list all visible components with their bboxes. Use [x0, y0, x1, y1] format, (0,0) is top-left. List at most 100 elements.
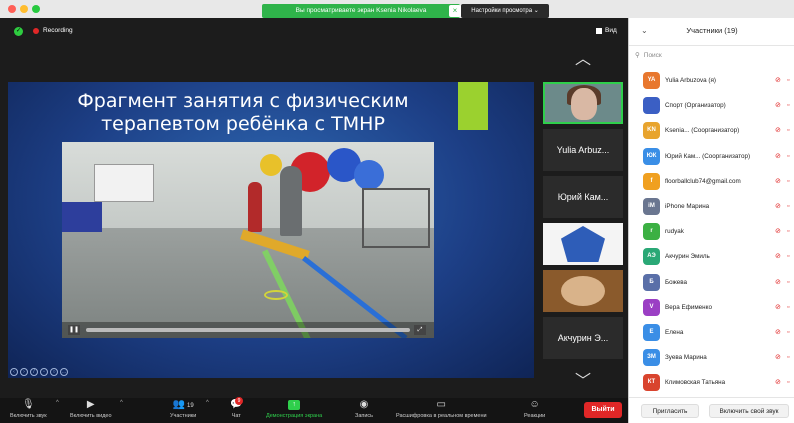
participant-row[interactable]: ЗМ Зуева Марина ⊘ ▫	[629, 345, 794, 370]
participant-row[interactable]: АЭ Акчурин Эмиль ⊘ ▫	[629, 244, 794, 269]
chevron-up-icon[interactable]: ^	[56, 400, 59, 406]
muted-mic-icon[interactable]: ⊘	[775, 349, 781, 366]
participant-row[interactable]: KN Ksenia... (Соорганизатор) ⊘ ▫	[629, 118, 794, 143]
muted-mic-icon[interactable]: ⊘	[775, 173, 781, 190]
muted-mic-icon[interactable]: ⊘	[775, 198, 781, 215]
zoom-icon[interactable]: ○	[50, 368, 58, 376]
unmute-self-button[interactable]: Включить свой звук	[709, 404, 789, 418]
profile-photo	[561, 276, 605, 306]
embedded-video[interactable]: ❚❚ ⤢	[62, 142, 434, 338]
camera-off-icon[interactable]: ▫	[787, 248, 789, 265]
avatar: АЭ	[643, 248, 660, 266]
share-screen-button[interactable]: ↑ Демонстрация экрана	[266, 398, 322, 423]
muted-mic-icon[interactable]: ⊘	[775, 122, 781, 139]
invite-button[interactable]: Пригласить	[641, 404, 699, 418]
close-icon[interactable]: ×	[449, 5, 461, 17]
participant-row[interactable]: V Вера Ефименко ⊘ ▫	[629, 295, 794, 320]
muted-mic-icon[interactable]: ⊘	[775, 148, 781, 165]
muted-mic-icon[interactable]: ⊘	[775, 274, 781, 291]
participant-row[interactable]: Спорт (Организатор) ⊘ ▫	[629, 93, 794, 118]
participants-label: Участники	[170, 413, 197, 419]
close-window-button[interactable]	[8, 5, 16, 13]
share-screen-label: Демонстрация экрана	[266, 413, 323, 419]
prev-slide-icon[interactable]: ‹	[10, 368, 18, 376]
video-tile[interactable]	[543, 223, 623, 265]
view-options-button[interactable]: Настройки просмотра ⌄	[461, 4, 549, 18]
camera-off-icon[interactable]: ▫	[787, 173, 789, 190]
participants-count: 19	[187, 403, 194, 409]
video-tile[interactable]: Юрий Кам...	[543, 176, 623, 218]
chat-button[interactable]: 💬9 Чат	[230, 397, 243, 423]
muted-mic-icon[interactable]: ⊘	[775, 223, 781, 240]
participant-row[interactable]: iM iPhone Марина ⊘ ▫	[629, 194, 794, 219]
participant-name: Акчурин Эмиль	[665, 253, 710, 261]
start-video-button[interactable]: ▶ Включить видео	[70, 398, 112, 423]
video-progress-bar[interactable]	[86, 328, 410, 332]
participant-name: Yulia Arbuzova (я)	[665, 77, 717, 84]
participant-row[interactable]: КТ Климовская Татьяна ⊘ ▫	[629, 370, 794, 395]
pause-icon[interactable]: ❚❚	[68, 325, 80, 335]
chevron-up-icon[interactable]: ^	[120, 400, 123, 406]
shield-icon[interactable]: ✓	[14, 26, 23, 36]
unmute-button[interactable]: 🎙 Включить звук	[10, 398, 47, 423]
camera-off-icon[interactable]: ▫	[787, 324, 789, 341]
search-input[interactable]: ⚲ Поиск	[635, 50, 791, 62]
chevron-up-icon[interactable]: ^	[206, 400, 209, 406]
camera-off-icon[interactable]: ▫	[787, 374, 789, 391]
maximize-window-button[interactable]	[32, 5, 40, 13]
video-mat	[62, 202, 102, 232]
participant-row[interactable]: YA Yulia Arbuzova (я) ⊘ ▫	[629, 68, 794, 93]
camera-off-icon[interactable]: ▫	[787, 274, 789, 291]
chevron-down-icon[interactable]: ﹀	[570, 374, 596, 390]
club-logo	[561, 226, 605, 262]
muted-mic-icon: 🎙	[21, 399, 35, 410]
fullscreen-icon[interactable]: ⤢	[414, 325, 426, 335]
next-slide-icon[interactable]: ›	[20, 368, 28, 376]
avatar: ЮК	[643, 147, 660, 165]
video-whiteboard	[94, 164, 154, 202]
muted-mic-icon[interactable]: ⊘	[775, 324, 781, 341]
chat-label: Чат	[231, 413, 241, 419]
avatar	[643, 97, 660, 115]
participant-name: Зуева Марина	[665, 354, 707, 362]
muted-mic-icon[interactable]: ⊘	[775, 72, 781, 89]
pen-icon[interactable]: /	[30, 368, 38, 376]
screen-share-banner: Вы просматриваете экран Ksenia Nikolaeva	[262, 4, 460, 18]
unmute-label: Включить звук	[10, 413, 47, 419]
muted-mic-icon[interactable]: ⊘	[775, 248, 781, 265]
camera-off-icon[interactable]: ▫	[787, 72, 789, 89]
participant-row[interactable]: Б Божева ⊘ ▫	[629, 270, 794, 295]
camera-off-icon[interactable]: ▫	[787, 299, 789, 316]
record-button[interactable]: ◉ Запись	[355, 398, 373, 423]
avatar: КТ	[643, 374, 660, 392]
video-therapist	[280, 166, 302, 236]
transcript-button[interactable]: ▭ Расшифровка в реальном времени	[396, 398, 487, 423]
camera-off-icon[interactable]: ▫	[787, 198, 789, 215]
participant-name: Ksenia... (Соорганизатор)	[665, 127, 740, 135]
participants-button[interactable]: 👥 19 Участники	[170, 398, 196, 423]
slides-icon[interactable]: ▫	[40, 368, 48, 376]
participant-row[interactable]: ЮК Юрий Кам... (Соорганизатор) ⊘ ▫	[629, 144, 794, 169]
muted-mic-icon[interactable]: ⊘	[775, 97, 781, 114]
participant-row[interactable]: f floorballclub74@gmail.com ⊘ ▫	[629, 169, 794, 194]
minimize-window-button[interactable]	[20, 5, 28, 13]
video-tile[interactable]: Акчурин Э...	[543, 317, 623, 359]
video-tile-self[interactable]	[543, 82, 623, 124]
camera-off-icon[interactable]: ▫	[787, 122, 789, 139]
camera-off-icon[interactable]: ▫	[787, 223, 789, 240]
reactions-button[interactable]: ☺ Реакции	[524, 398, 545, 423]
more-icon[interactable]: …	[60, 368, 68, 376]
video-tile[interactable]: Yulia Arbuz...	[543, 129, 623, 171]
video-shelf	[362, 188, 430, 248]
video-tile[interactable]	[543, 270, 623, 312]
participant-row[interactable]: Е Елена ⊘ ▫	[629, 320, 794, 345]
leave-button[interactable]: Выйти	[584, 402, 622, 418]
participant-row[interactable]: r rudyak ⊘ ▫	[629, 219, 794, 244]
camera-off-icon[interactable]: ▫	[787, 349, 789, 366]
participants-panel: ⌄ Участники (19) ⚲ Поиск YA Yulia Arbuzov…	[628, 18, 794, 423]
camera-off-icon[interactable]: ▫	[787, 97, 789, 114]
chevron-up-icon[interactable]: ︿	[570, 52, 596, 68]
muted-mic-icon[interactable]: ⊘	[775, 374, 781, 391]
muted-mic-icon[interactable]: ⊘	[775, 299, 781, 316]
camera-off-icon[interactable]: ▫	[787, 148, 789, 165]
